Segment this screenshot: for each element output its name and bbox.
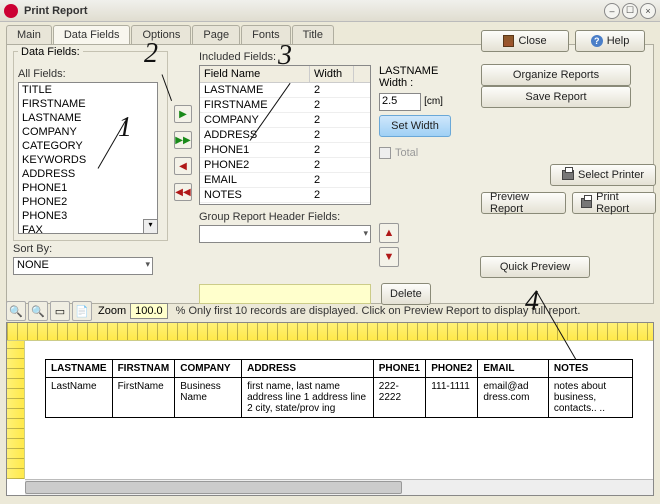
table-cell: notes about business, contacts.. .. xyxy=(548,378,632,418)
table-row[interactable]: NOTES2 xyxy=(200,188,370,203)
preview-report-button[interactable]: Preview Report xyxy=(481,192,566,214)
select-printer-button[interactable]: Select Printer xyxy=(550,164,656,186)
sort-by-combo[interactable]: NONE xyxy=(13,257,153,275)
list-item[interactable]: KEYWORDS xyxy=(19,153,157,167)
list-item[interactable]: ADDRESS xyxy=(19,167,157,181)
quick-preview-button[interactable]: Quick Preview xyxy=(480,256,590,278)
add-field-button[interactable]: ▶ xyxy=(174,105,192,123)
width-input[interactable]: 2.5 xyxy=(379,93,421,111)
page-button[interactable]: 📄 xyxy=(72,301,92,321)
move-up-button[interactable]: ▲ xyxy=(379,223,399,243)
included-fields-grid[interactable]: Field Name Width LASTNAME2FIRSTNAME2COMP… xyxy=(199,65,371,205)
table-cell: LastName xyxy=(46,378,113,418)
total-label: Total xyxy=(395,147,418,159)
list-item[interactable]: COMPANY xyxy=(19,125,157,139)
table-row[interactable]: FIRSTNAME2 xyxy=(200,98,370,113)
list-item[interactable]: FAX xyxy=(19,223,157,234)
table-row[interactable]: EMAIL2 xyxy=(200,173,370,188)
zoom-out-button[interactable]: 🔍 xyxy=(28,301,48,321)
list-item[interactable]: LASTNAME xyxy=(19,111,157,125)
column-header: NOTES xyxy=(548,360,632,378)
list-item[interactable]: PHONE3 xyxy=(19,209,157,223)
table-cell: FirstName xyxy=(112,378,175,418)
table-cell: 222-2222 xyxy=(373,378,425,418)
column-header: LASTNAME xyxy=(46,360,113,378)
included-label: Included Fields: xyxy=(199,51,371,63)
table-row[interactable]: ADDRESS2 xyxy=(200,128,370,143)
remove-field-button[interactable]: ◀ xyxy=(174,157,192,175)
app-icon xyxy=(4,4,18,18)
table-cell: first name, last name address line 1 add… xyxy=(242,378,374,418)
list-scroll-button[interactable]: ▾ xyxy=(143,219,158,234)
window-titlebar: Print Report – ☐ × xyxy=(0,0,660,22)
fit-button[interactable]: ▭ xyxy=(50,301,70,321)
list-item[interactable]: TITLE xyxy=(19,83,157,97)
print-report-button[interactable]: Print Report xyxy=(572,192,656,214)
grhf-label: Group Report Header Fields: xyxy=(199,211,371,223)
column-header: COMPANY xyxy=(175,360,242,378)
door-icon xyxy=(503,35,514,47)
sort-by-label: Sort By: xyxy=(13,243,168,255)
grhf-combo[interactable] xyxy=(199,225,371,243)
table-row[interactable]: PHONE12 xyxy=(200,143,370,158)
close-button[interactable]: Close xyxy=(481,30,569,52)
preview-table: LASTNAMEFIRSTNAMCOMPANYADDRESSPHONE1PHON… xyxy=(45,359,633,418)
tab-options[interactable]: Options xyxy=(131,25,191,44)
column-header: PHONE2 xyxy=(426,360,478,378)
help-icon: ? xyxy=(591,35,603,47)
set-width-button[interactable]: Set Width xyxy=(379,115,451,137)
zoom-label: Zoom xyxy=(98,305,126,317)
col-field-name: Field Name xyxy=(200,66,310,82)
tab-main[interactable]: Main xyxy=(6,25,52,44)
column-header: EMAIL xyxy=(478,360,549,378)
organize-reports-button[interactable]: Organize Reports xyxy=(481,64,631,86)
printer-icon-2 xyxy=(581,198,592,208)
horizontal-scrollbar[interactable] xyxy=(25,479,653,495)
all-fields-list[interactable]: TITLEFIRSTNAMELASTNAMECOMPANYCATEGORYKEY… xyxy=(18,82,158,234)
all-fields-label: All Fields: xyxy=(18,68,163,80)
list-item[interactable]: PHONE1 xyxy=(19,181,157,195)
column-header: ADDRESS xyxy=(242,360,374,378)
column-header: FIRSTNAM xyxy=(112,360,175,378)
table-cell: 111-1111 xyxy=(426,378,478,418)
total-checkbox[interactable] xyxy=(379,147,391,159)
col-width: Width xyxy=(310,66,354,82)
preview-canvas[interactable]: LASTNAMEFIRSTNAMCOMPANYADDRESSPHONE1PHON… xyxy=(25,341,653,479)
remove-all-button[interactable]: ◀◀ xyxy=(174,183,192,201)
total-checkbox-row: Total xyxy=(379,147,469,159)
preview-info: % Only first 10 records are displayed. C… xyxy=(176,305,581,317)
help-button[interactable]: ?Help xyxy=(575,30,645,52)
tab-data-fields[interactable]: Data Fields xyxy=(53,25,131,44)
scrollbar-thumb[interactable] xyxy=(25,481,402,494)
zoom-value[interactable]: 100.0 xyxy=(130,303,168,319)
window-title: Print Report xyxy=(24,5,602,17)
group-title: Data Fields: xyxy=(18,46,83,58)
save-report-button[interactable]: Save Report xyxy=(481,86,631,108)
printer-icon xyxy=(562,170,574,180)
table-cell: Business Name xyxy=(175,378,242,418)
add-all-button[interactable]: ▶▶ xyxy=(174,131,192,149)
table-row[interactable]: COMPANY2 xyxy=(200,113,370,128)
tab-page[interactable]: Page xyxy=(192,25,240,44)
preview-area: LASTNAMEFIRSTNAMCOMPANYADDRESSPHONE1PHON… xyxy=(6,322,654,496)
move-down-button[interactable]: ▼ xyxy=(379,247,399,267)
list-item[interactable]: PHONE2 xyxy=(19,195,157,209)
tab-fonts[interactable]: Fonts xyxy=(241,25,291,44)
minimize-button[interactable]: – xyxy=(604,3,620,19)
data-fields-group: Data Fields: All Fields: TITLEFIRSTNAMEL… xyxy=(13,51,168,241)
maximize-button[interactable]: ☐ xyxy=(622,3,638,19)
close-window-button[interactable]: × xyxy=(640,3,656,19)
column-header: PHONE1 xyxy=(373,360,425,378)
list-item[interactable]: CATEGORY xyxy=(19,139,157,153)
tab-title[interactable]: Title xyxy=(292,25,334,44)
width-unit: [cm] xyxy=(424,96,443,107)
table-row[interactable]: PHONE22 xyxy=(200,158,370,173)
zoom-in-button[interactable]: 🔍 xyxy=(6,301,26,321)
list-item[interactable]: FIRSTNAME xyxy=(19,97,157,111)
preview-toolbar: 🔍 🔍 ▭ 📄 Zoom 100.0 % Only first 10 recor… xyxy=(6,300,654,322)
ruler-vertical xyxy=(7,341,25,479)
width-label: LASTNAME Width : xyxy=(379,65,469,89)
table-cell: email@ad dress.com xyxy=(478,378,549,418)
